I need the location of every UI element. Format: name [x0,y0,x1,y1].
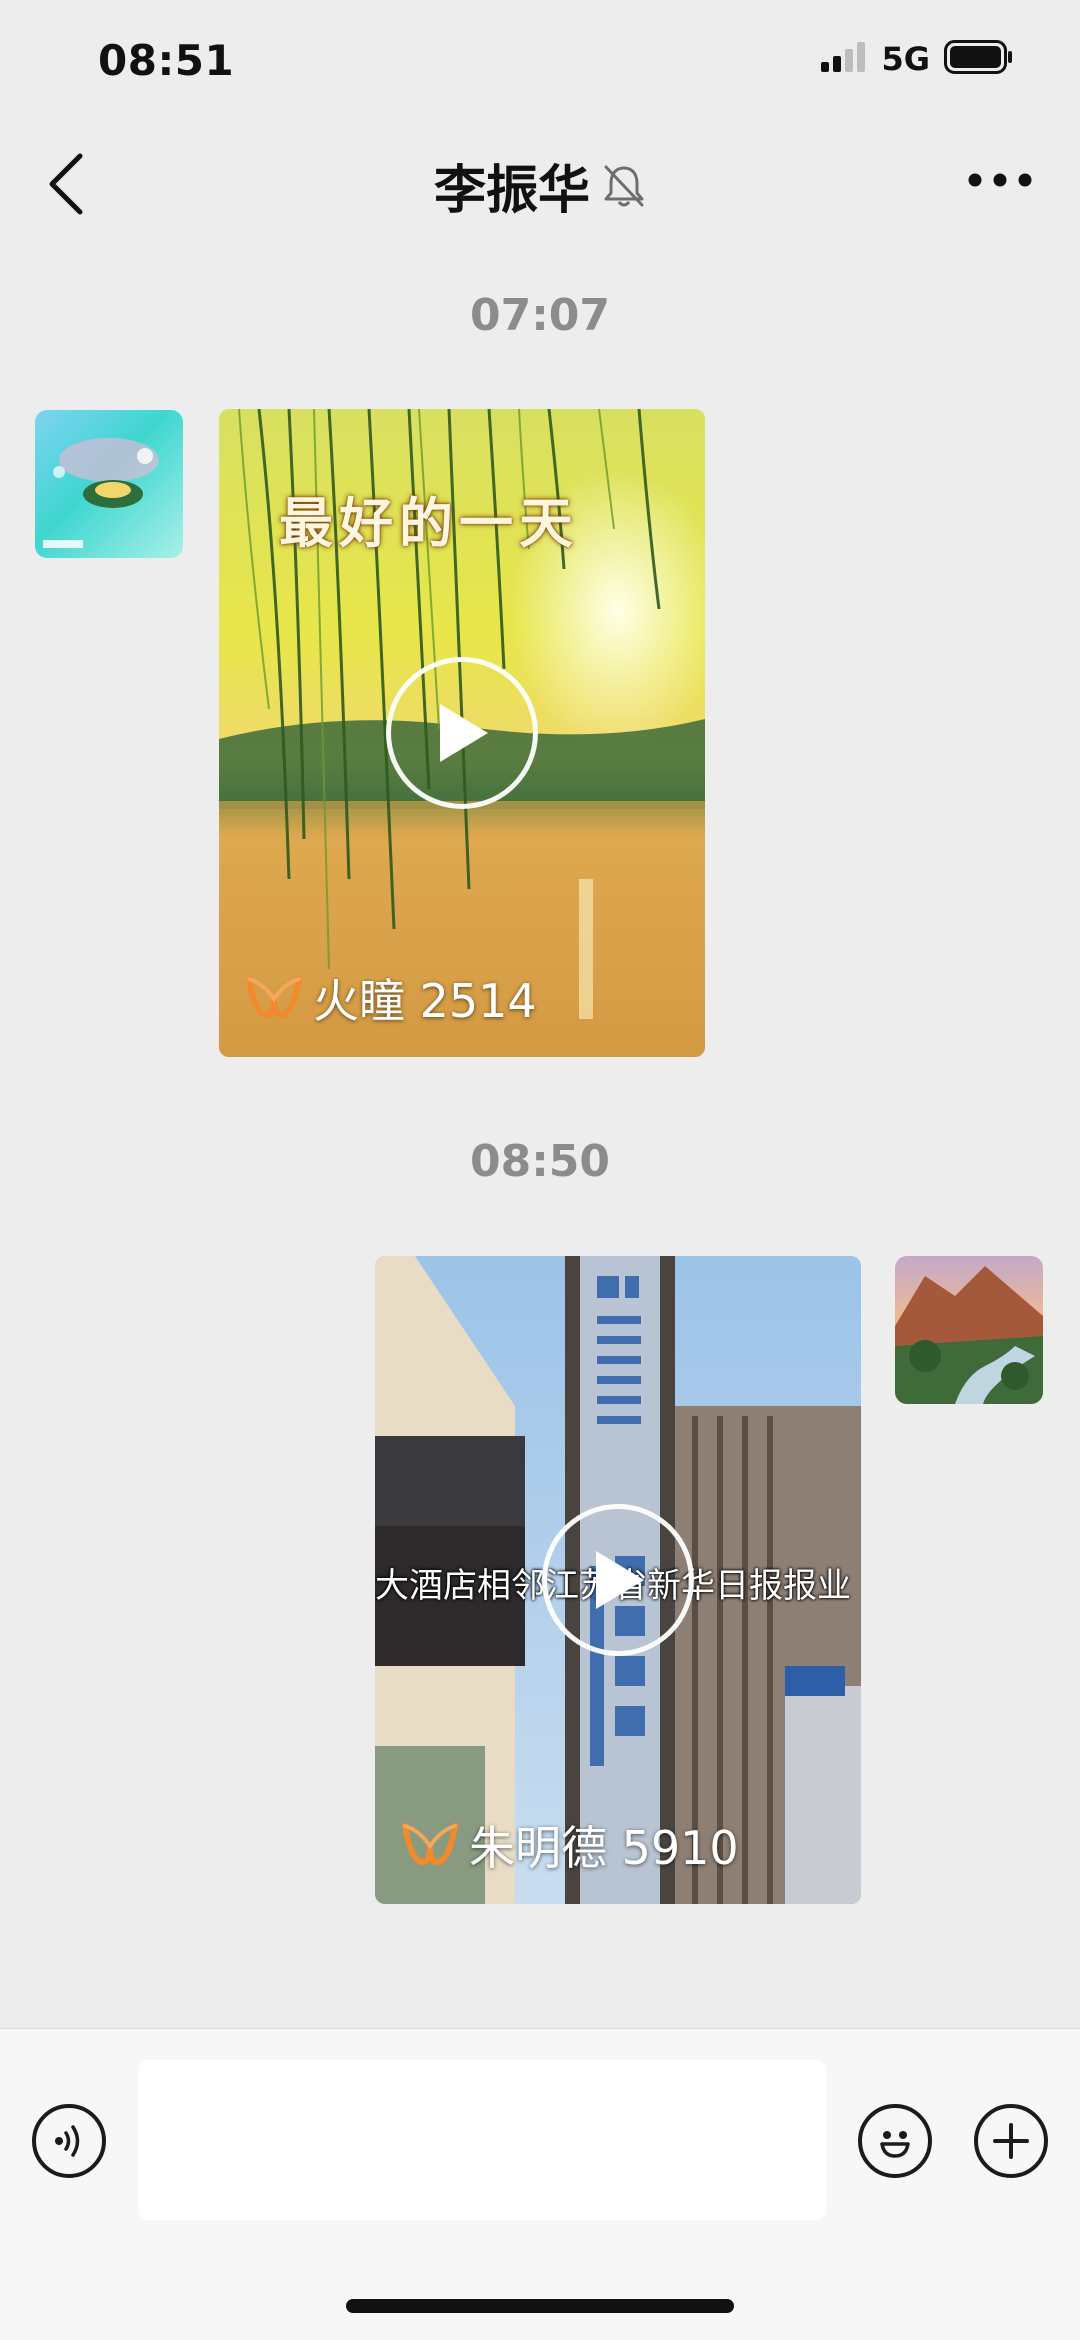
battery-icon [944,40,1014,78]
self-avatar[interactable] [895,1256,1043,1404]
more-button[interactable] [964,160,1036,200]
plus-button[interactable] [974,2104,1048,2178]
plus-icon [993,2123,1029,2159]
signal-icon [821,42,867,76]
voice-button[interactable] [32,2104,106,2178]
home-indicator [346,2299,734,2313]
play-icon [596,1551,644,1609]
video-source: 火瞳 2514 [245,965,537,1031]
video-overlay-title: 最好的一天 [279,491,579,555]
message-input[interactable] [138,2060,826,2220]
network-type: 5G [881,40,930,78]
video-card[interactable]: 大酒店相邻江苏省新华日报报业 朱明德 5910 [375,1256,861,1904]
emoji-button[interactable] [858,2104,932,2178]
video-source-name: 火瞳 2514 [313,974,537,1028]
channel-logo-icon [402,1823,458,1865]
chat-header: 李振华 [0,148,1080,223]
emoji-icon [880,2131,910,2158]
voice-icon [55,2125,80,2157]
more-icon [968,173,1032,187]
play-button[interactable] [386,657,538,809]
channel-logo-icon [246,976,302,1018]
contact-avatar[interactable] [35,410,183,558]
play-icon [440,704,488,762]
play-button[interactable] [542,1504,694,1656]
status-icons: 5G [821,40,1014,78]
mute-bell-icon [604,165,644,206]
video-card[interactable]: 最好的一天 火瞳 2514 [219,409,705,1057]
video-source-name: 朱明德 5910 [469,1821,739,1875]
timestamp: 07:07 [469,290,611,341]
timestamp: 08:50 [469,1136,611,1187]
chat-title[interactable]: 李振华 [434,148,590,223]
video-source: 朱明德 5910 [401,1812,739,1878]
status-time: 08:51 [98,36,235,85]
